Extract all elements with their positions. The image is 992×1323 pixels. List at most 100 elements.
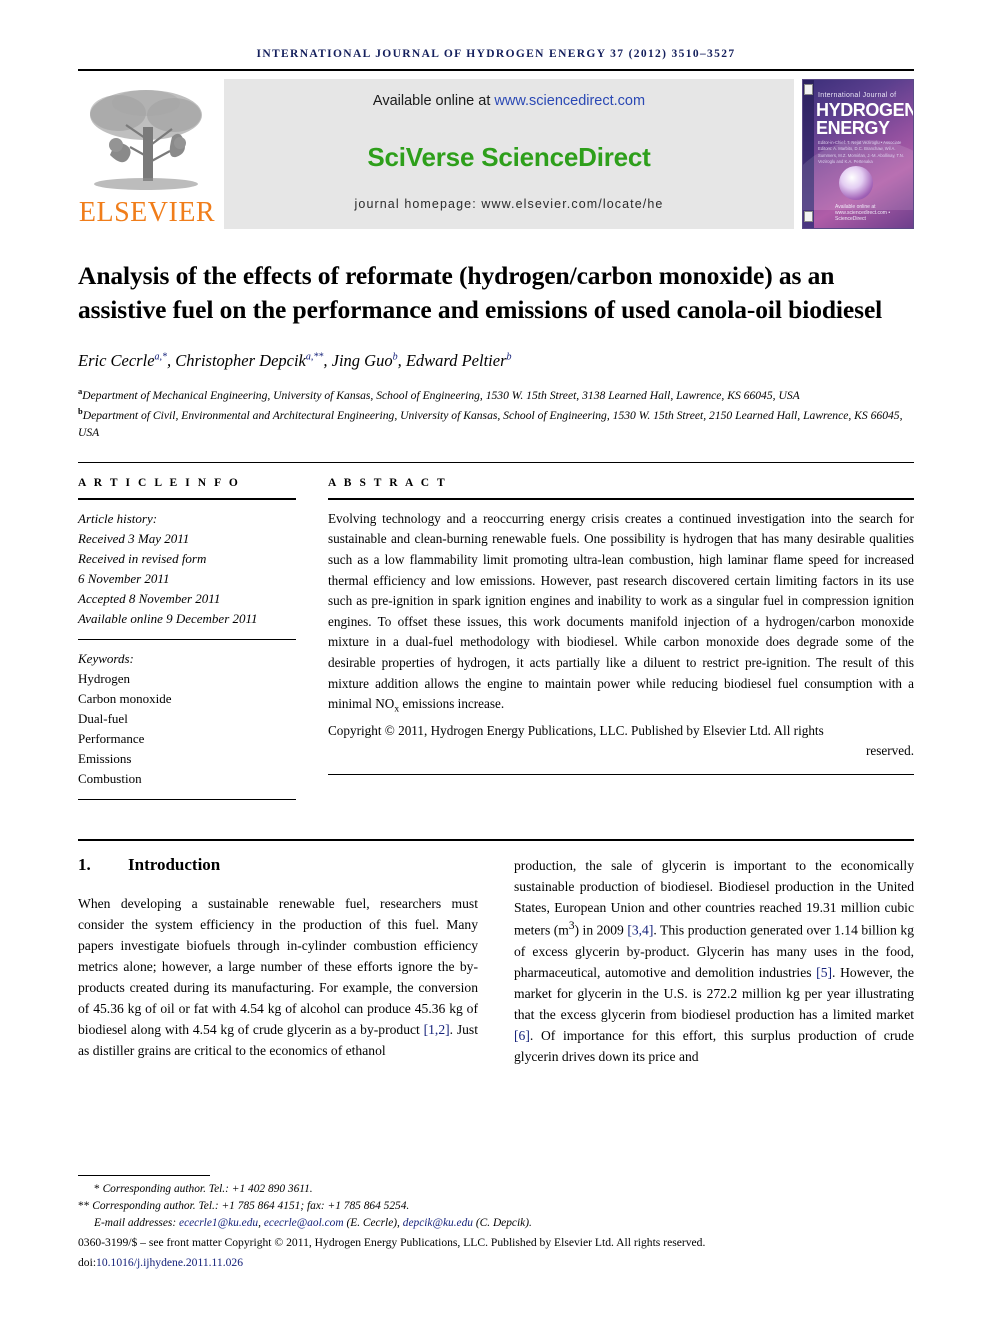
citation-ref[interactable]: [6] [514, 1028, 530, 1043]
affiliation-text: Department of Mechanical Engineering, Un… [82, 389, 800, 403]
article-history: Article history: Received 3 May 2011 Rec… [78, 509, 296, 629]
cover-journal-prefix: International Journal of [818, 92, 897, 99]
intro-right-text: production, the sale of glycerin is impo… [514, 855, 914, 1067]
corresponding-author-1: * Corresponding author. Tel.: +1 402 890… [78, 1181, 914, 1198]
cover-badge-bottom-icon [804, 211, 813, 222]
keywords-block: Keywords: Hydrogen Carbon monoxide Dual-… [78, 649, 296, 789]
citation-ref[interactable]: [3,4] [627, 923, 653, 938]
author-name: Eric Cecrle [78, 351, 155, 371]
keywords-top-rule [78, 638, 296, 640]
cover-sciencedirect-footer: Available online at www.sciencedirect.co… [835, 204, 891, 222]
affiliations: aDepartment of Mechanical Engineering, U… [78, 385, 914, 441]
section-title: Introduction [128, 855, 221, 874]
elsevier-tree-icon [90, 90, 202, 190]
journal-homepage-line[interactable]: journal homepage: www.elsevier.com/locat… [224, 197, 794, 211]
imprint-line: 0360-3199/$ – see front matter Copyright… [78, 1236, 706, 1250]
author-marks: a,* [154, 351, 168, 363]
affiliation-item: aDepartment of Mechanical Engineering, U… [78, 385, 914, 405]
abstract-text-part2: emissions increase. [399, 696, 505, 712]
cover-badge-top-icon [804, 84, 813, 95]
intro-right-seg2: ) in 2009 [574, 922, 628, 938]
footnote-marker: * [94, 1182, 100, 1195]
abstract-bottom-rule [328, 773, 914, 775]
footnote-text: Corresponding author. Tel.: +1 402 890 3… [102, 1182, 313, 1195]
body-right-column: production, the sale of glycerin is impo… [514, 855, 914, 1067]
affiliation-text: Department of Civil, Environmental and A… [78, 408, 903, 439]
author-marks: b [506, 351, 512, 363]
corresponding-author-2: ** Corresponding author. Tel.: +1 785 86… [78, 1198, 914, 1215]
running-head: international journal of hydrogen energy… [256, 48, 736, 60]
elsevier-logo: ELSEVIER [78, 79, 216, 229]
history-item: Available online 9 December 2011 [78, 610, 258, 626]
history-item: 6 November 2011 [78, 570, 170, 586]
article-info-heading: A R T I C L E I N F O [78, 476, 241, 489]
cover-orb-graphic [839, 166, 873, 200]
history-item: Received in revised form [78, 550, 207, 566]
section-number: 1. [78, 855, 91, 874]
header-rule [78, 69, 914, 71]
keyword-item: Hydrogen [78, 670, 130, 686]
doi-label: doi: [78, 1255, 97, 1269]
info-abstract-block: A R T I C L E I N F O Article history: R… [78, 463, 914, 809]
email-link-3[interactable]: depcik@ku.edu [403, 1217, 473, 1229]
available-online-prefix: Available online at [372, 93, 495, 109]
email-link-1[interactable]: ececrle1@ku.edu [179, 1217, 258, 1229]
sciencedirect-banner: Available online at www.sciencedirect.co… [224, 79, 794, 229]
article-info-column: A R T I C L E I N F O Article history: R… [78, 477, 296, 809]
keyword-item: Carbon monoxide [78, 690, 172, 706]
history-item: Accepted 8 November 2011 [78, 590, 221, 606]
intro-left-text: When developing a sustainable renewable … [78, 893, 478, 1062]
cover-journal-line2: ENERGY [816, 118, 890, 138]
email-owner-2: (C. Depcik). [475, 1217, 532, 1230]
section-heading: 1. Introduction [78, 855, 478, 875]
intro-paragraph-left: When developing a sustainable renewable … [78, 893, 478, 1062]
email-addresses-line: E-mail addresses: ececrle1@ku.edu, ececr… [94, 1217, 532, 1230]
elsevier-wordmark: ELSEVIER [78, 197, 216, 228]
author-name: Christopher Depcik [175, 351, 306, 371]
copyright-main: Copyright © 2011, Hydrogen Energy Public… [328, 722, 824, 738]
keyword-item: Dual-fuel [78, 710, 128, 726]
keyword-item: Combustion [78, 770, 142, 786]
available-online-line: Available online at www.sciencedirect.co… [224, 93, 794, 109]
journal-article-page: international journal of hydrogen energy… [0, 0, 992, 1323]
cover-journal-line1: HYDROGEN [816, 100, 914, 120]
doi-link[interactable]: 10.1016/j.ijhydene.2011.11.026 [96, 1256, 243, 1269]
keyword-item: Emissions [78, 750, 132, 766]
footnote-rule [78, 1174, 210, 1176]
footnote-block: * Corresponding author. Tel.: +1 402 890… [78, 1174, 914, 1271]
footnote-text: Corresponding author. Tel.: +1 785 864 4… [92, 1200, 410, 1212]
keywords-label: Keywords: [78, 650, 134, 666]
abstract-copyright: Copyright © 2011, Hydrogen Energy Public… [328, 721, 914, 762]
intro-left-seg1: When developing a sustainable renewable … [78, 896, 478, 1038]
keywords-bottom-rule [78, 799, 296, 800]
abstract-column: A B S T R A C T Evolving technology and … [328, 477, 914, 809]
email-label: E-mail addresses: [94, 1217, 177, 1230]
author-name: Jing Guo [331, 351, 393, 371]
citation-ref[interactable]: [5] [816, 965, 832, 980]
author-marks: b [392, 351, 398, 363]
body-left-column: 1. Introduction When developing a sustai… [78, 855, 478, 1067]
sciencedirect-url-link[interactable]: www.sciencedirect.com [494, 93, 645, 109]
masthead: ELSEVIER Available online at www.science… [78, 79, 914, 229]
abstract-heading: A B S T R A C T [328, 476, 448, 489]
footnote-marker: ** [78, 1200, 90, 1212]
keyword-item: Performance [78, 730, 145, 746]
email-owner-1: (E. Cecrle), [346, 1217, 400, 1230]
abstract-paragraph: Evolving technology and a reoccurring en… [328, 509, 914, 718]
email-link-2[interactable]: ececrle@aol.com [264, 1217, 344, 1229]
sciverse-sciencedirect-wordmark: SciVerse ScienceDirect [367, 141, 651, 172]
doi-line: doi:10.1016/j.ijhydene.2011.11.026 [78, 1254, 914, 1271]
article-history-label: Article history: [78, 510, 158, 526]
history-item: Received 3 May 2011 [78, 530, 190, 546]
citation-ref[interactable]: [1,2] [424, 1022, 450, 1037]
copyright-tail: reserved. [866, 743, 914, 759]
author-list: Eric Cecrlea,*, Christopher Depcika,**, … [78, 351, 512, 371]
body-two-column: 1. Introduction When developing a sustai… [78, 841, 914, 1067]
abstract-body: Evolving technology and a reoccurring en… [328, 509, 914, 762]
intro-paragraph-right: production, the sale of glycerin is impo… [514, 855, 914, 1067]
journal-cover-thumbnail: International Journal of HYDROGEN ENERGY… [802, 79, 914, 229]
affiliation-item: bDepartment of Civil, Environmental and … [78, 405, 914, 442]
cover-editors-list: Editor-in-Chief: T. Nejat Veziroglu • As… [818, 140, 904, 164]
article-info-rule [78, 497, 296, 500]
author-marks: a,** [305, 351, 324, 363]
